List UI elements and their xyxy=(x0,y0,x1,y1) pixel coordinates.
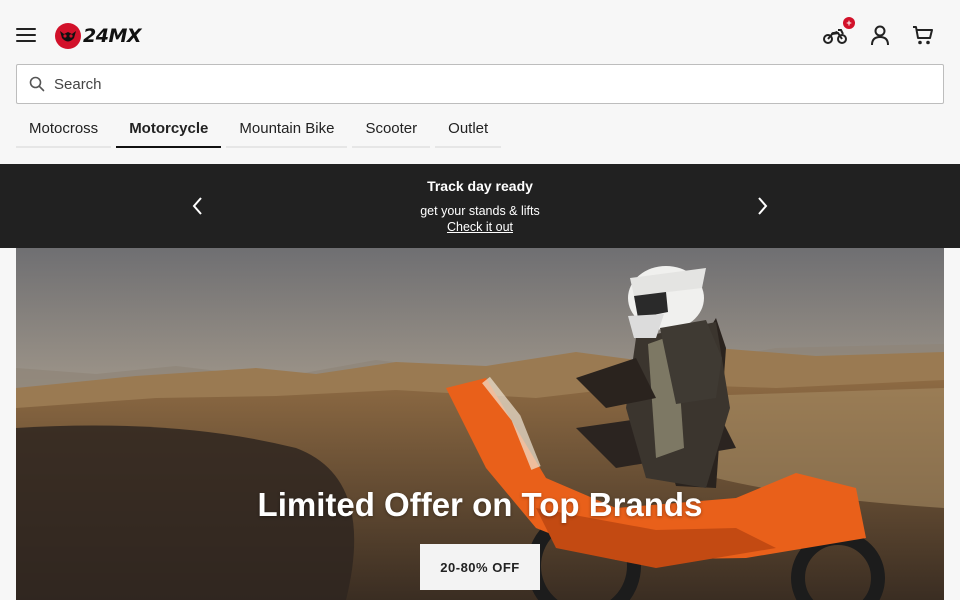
search-input[interactable] xyxy=(54,75,914,93)
menu-line xyxy=(16,28,36,30)
promo-link[interactable]: Check it out xyxy=(447,220,513,234)
tab-scooter[interactable]: Scooter xyxy=(352,112,431,148)
promo-subtitle: get your stands & lifts xyxy=(420,204,540,218)
promo-title: Track day ready xyxy=(427,178,533,194)
menu-line xyxy=(16,34,36,36)
cart-icon xyxy=(913,26,933,45)
hero-title: Limited Offer on Top Brands xyxy=(257,486,703,523)
tab-motorcycle[interactable]: Motorcycle xyxy=(116,112,222,148)
tab-motocross[interactable]: Motocross xyxy=(16,112,112,148)
garage-badge: + xyxy=(843,17,855,29)
search-icon xyxy=(29,76,45,92)
tab-outlet[interactable]: Outlet xyxy=(435,112,502,148)
chevron-right-icon xyxy=(758,197,768,215)
promo-next-button[interactable] xyxy=(747,191,777,221)
tab-mountain-bike[interactable]: Mountain Bike xyxy=(226,112,348,148)
promo-link-row: Check it out xyxy=(0,220,960,234)
hero-banner[interactable]: Limited Offer on Top Brands 20-80% OFF xyxy=(16,248,944,600)
account-button[interactable] xyxy=(865,20,895,50)
promo-banner: Track day ready get your stands & lifts … xyxy=(0,164,960,248)
menu-line xyxy=(16,40,36,42)
brand-name: 24MX xyxy=(83,25,142,47)
brand-logo[interactable]: 24MX xyxy=(54,22,142,50)
hero-offer-button[interactable]: 20-80% OFF xyxy=(420,544,540,590)
category-tabs: Motocross Motorcycle Mountain Bike Scoot… xyxy=(16,112,506,148)
user-icon xyxy=(871,25,889,46)
logo-mark-icon xyxy=(55,23,81,49)
hamburger-menu-icon[interactable] xyxy=(14,24,38,46)
motorcycle-icon xyxy=(823,29,847,44)
cart-button[interactable] xyxy=(908,20,938,50)
site-header: 24MX + Motocross Motorcycl xyxy=(0,0,960,164)
search-bar[interactable] xyxy=(16,64,944,104)
